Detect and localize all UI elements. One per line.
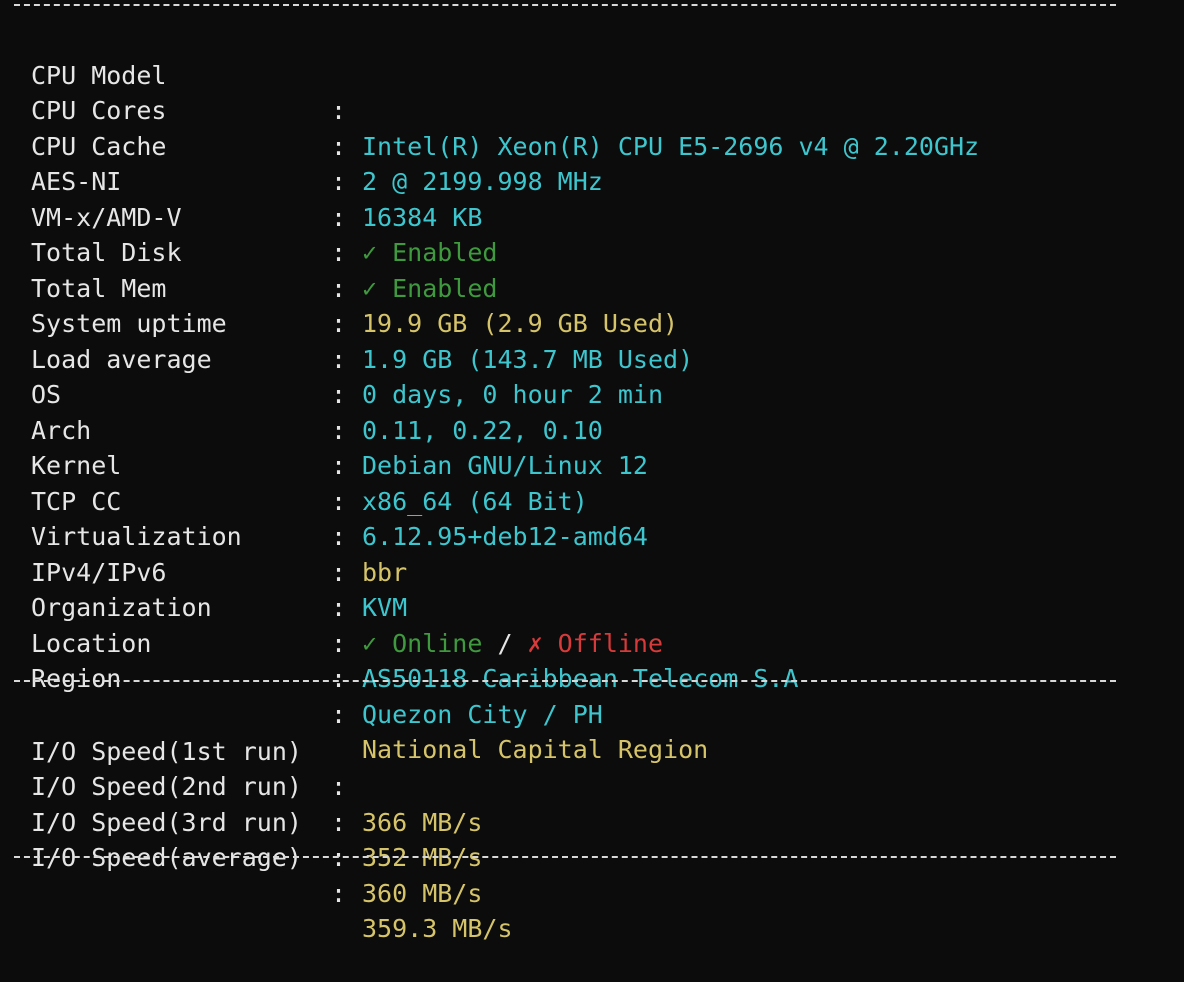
row-separator: :	[331, 167, 347, 196]
row-value: ✓ Enabled	[362, 238, 498, 267]
info-row-region: Region : National Capital Region	[31, 626, 708, 764]
row-value: 1.9 GB (143.7 MB Used)	[362, 344, 694, 374]
info-row-ip-status: IPv4/IPv6 : ✓ Online / ✗ Offline	[31, 519, 663, 658]
row-separator: :	[331, 96, 347, 125]
row-separator: :	[331, 628, 347, 658]
info-row-cpu-cache: CPU Cache : 16384 KB	[31, 93, 482, 232]
row-separator: :	[331, 878, 347, 908]
system-info-block: CPU Model : Intel(R) Xeon(R) CPU E5-2696…	[31, 22, 979, 765]
io-row-3rd-run: I/O Speed(3rd run) : 360 MB/s	[31, 769, 482, 908]
row-separator: :	[331, 380, 347, 409]
row-value: 359.3 MB/s	[362, 914, 513, 943]
row-value: Debian GNU/Linux 12	[362, 451, 648, 480]
dashed-divider-top	[14, 4, 1116, 6]
row-separator: :	[331, 772, 347, 801]
row-separator: :	[331, 273, 347, 303]
info-row-organization: Organization : AS50118 Caribbean Telecom…	[31, 555, 799, 693]
info-row-total-mem: Total Mem : 1.9 GB (143.7 MB Used)	[31, 235, 693, 374]
row-separator: :	[331, 238, 347, 267]
info-row-load-average: Load average : 0.11, 0.22, 0.10	[31, 306, 603, 445]
io-row-average: I/O Speed(average) : 359.3 MB/s	[31, 805, 513, 943]
ipv4-status: ✓ Online	[362, 628, 483, 658]
terminal-window: CPU Model : Intel(R) Xeon(R) CPU E5-2696…	[0, 0, 1184, 944]
row-separator: :	[331, 522, 347, 551]
row-separator: :	[331, 202, 347, 232]
info-row-os: OS : Debian GNU/Linux 12	[31, 342, 648, 480]
info-row-arch: Arch : x86_64 (64 Bit)	[31, 377, 588, 516]
info-row-location: Location : Quezon City / PH	[31, 590, 603, 729]
info-row-total-disk: Total Disk : 19.9 GB (2.9 GB Used)	[31, 200, 678, 338]
row-separator: :	[331, 664, 347, 693]
row-separator: :	[331, 593, 347, 622]
row-separator: :	[331, 807, 347, 837]
row-separator: :	[331, 415, 347, 445]
io-speed-block: I/O Speed(1st run) : 366 MB/s I/O Speed(…	[31, 698, 513, 944]
row-separator: :	[331, 699, 347, 729]
info-row-tcp-cc: TCP CC : bbr	[31, 448, 407, 587]
info-row-kernel: Kernel : 6.12.95+deb12-amd64	[31, 413, 648, 551]
row-value: x86_64 (64 Bit)	[362, 486, 588, 516]
row-value: 19.9 GB (2.9 GB Used)	[362, 309, 679, 338]
row-value: Intel(R) Xeon(R) CPU E5-2696 v4 @ 2.20GH…	[362, 131, 980, 161]
row-value: 360 MB/s	[362, 878, 483, 908]
row-value: 16384 KB	[362, 202, 483, 232]
ip-slash: /	[482, 628, 528, 658]
dashed-divider-bottom	[14, 856, 1116, 858]
info-row-cpu-cores: CPU Cores : 2 @ 2199.998 MHz	[31, 58, 603, 196]
info-row-aes-ni: AES-NI : ✓ Enabled	[31, 129, 497, 267]
row-value: 0 days, 0 hour 2 min	[362, 380, 664, 409]
row-value: 0.11, 0.22, 0.10	[362, 415, 603, 445]
row-value: Quezon City / PH	[362, 699, 603, 729]
info-row-cpu-model: CPU Model : Intel(R) Xeon(R) CPU E5-2696…	[31, 22, 979, 161]
row-value: ✓ Online / ✗ Offline	[362, 626, 663, 662]
info-row-uptime: System uptime : 0 days, 0 hour 2 min	[31, 271, 663, 409]
row-separator: :	[331, 451, 347, 480]
ipv6-status: ✗ Offline	[527, 628, 664, 658]
row-value: ✓ Enabled	[362, 273, 498, 303]
row-value: bbr	[362, 557, 408, 587]
row-value: National Capital Region	[362, 735, 709, 764]
row-label: Region	[31, 664, 122, 693]
row-separator: :	[331, 486, 347, 516]
row-separator: :	[331, 344, 347, 374]
row-separator: :	[331, 131, 347, 161]
row-value: KVM	[362, 593, 408, 622]
row-separator: :	[331, 557, 347, 587]
row-value: 2 @ 2199.998 MHz	[362, 167, 603, 196]
io-row-1st-run: I/O Speed(1st run) : 366 MB/s	[31, 698, 482, 837]
info-row-virtualization: Virtualization : KVM	[31, 484, 407, 622]
row-value: 366 MB/s	[362, 807, 483, 837]
io-row-2nd-run: I/O Speed(2nd run) : 352 MB/s	[31, 734, 482, 872]
row-value: 6.12.95+deb12-amd64	[362, 522, 648, 551]
dashed-divider-middle	[14, 680, 1116, 682]
row-separator: :	[331, 309, 347, 338]
row-value: AS50118 Caribbean Telecom S.A	[362, 664, 799, 693]
info-row-vmx: VM-x/AMD-V : ✓ Enabled	[31, 164, 497, 303]
